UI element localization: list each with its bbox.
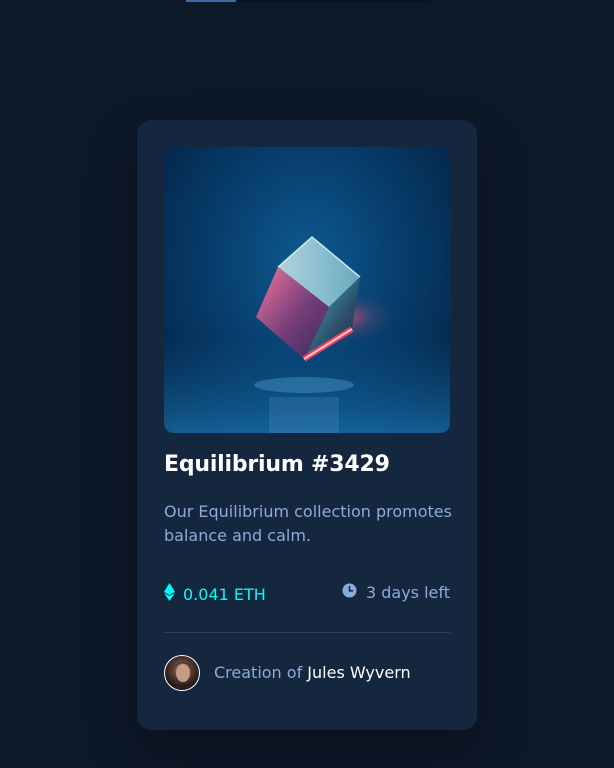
nft-description: Our Equilibrium collection promotes bala… [164, 502, 452, 545]
avatar [164, 655, 200, 691]
creator-line: Creation of Jules Wyvern [214, 663, 411, 682]
nft-image[interactable] [164, 147, 450, 433]
creator-prefix: Creation of [214, 663, 303, 682]
nft-title[interactable]: Equilibrium #3429 [164, 452, 454, 477]
top-progress-segment [186, 0, 236, 2]
ethereum-icon [164, 583, 175, 605]
equilibrium-cube-image [164, 236, 450, 433]
price-info: 0.041 ETH [164, 583, 266, 605]
nft-card: Equilibrium #3429 Our Equilibrium collec… [137, 120, 477, 730]
price-value: 0.041 ETH [183, 584, 266, 604]
card-divider [164, 632, 450, 633]
time-left-info: 3 days left [342, 583, 450, 602]
clock-icon [342, 583, 357, 602]
top-progress-bar [186, 0, 430, 2]
creator-name-link[interactable]: Jules Wyvern [307, 663, 410, 682]
time-left-value: 3 days left [365, 583, 450, 602]
